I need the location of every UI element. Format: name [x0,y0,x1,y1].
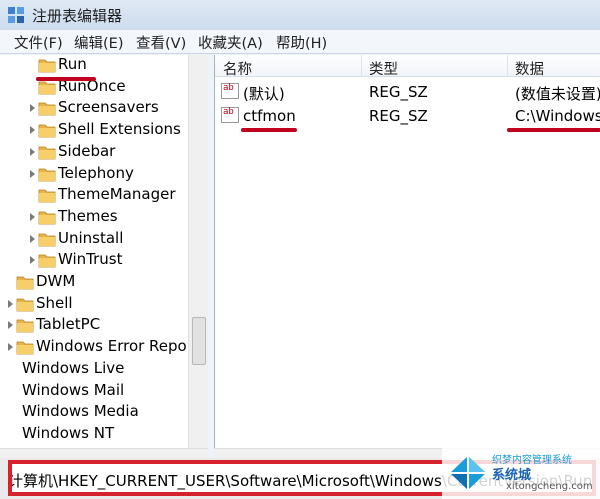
expand-arrow-icon[interactable] [30,169,35,178]
expand-arrow-icon[interactable] [8,343,13,352]
menu-view[interactable]: 查看(V) [136,32,186,53]
tree-item[interactable]: DWM [0,272,188,293]
tree-item-label: DWM [36,272,76,290]
folder-icon [38,211,56,225]
value-row[interactable]: ab (默认) REG_SZ (数值未设置) [215,80,600,104]
expand-arrow-icon[interactable] [30,104,35,113]
menu-bar: 文件(F) 编辑(E) 查看(V) 收藏夹(A) 帮助(H) [0,30,600,54]
value-row[interactable]: ab ctfmon REG_SZ C:\Windows [215,104,600,128]
expand-arrow-icon[interactable] [8,321,13,330]
title-bar: 注册表编辑器 [0,0,600,30]
tree-item[interactable]: Uninstall [0,229,188,250]
menu-edit[interactable]: 编辑(E) [74,32,123,53]
tree-item-label: Windows Error Repo [36,337,187,356]
folder-icon [16,276,34,290]
folder-icon [38,81,56,95]
value-data: (数值未设置) [515,85,600,103]
tree-item-label: Windows Media [22,402,139,421]
value-type: REG_SZ [369,107,428,125]
expand-arrow-icon[interactable] [30,234,35,243]
tree-item-label: ThemeManager [58,185,176,204]
tree-item-label: Windows Live [22,358,125,377]
tree-item[interactable]: Windows Live [0,359,188,380]
watermark: 织梦内容管理系统 系统城 xitongcheng.com [442,448,600,499]
string-value-icon: ab [221,83,239,99]
column-divider[interactable] [361,55,362,77]
folder-icon [38,146,56,160]
tree-item[interactable]: Shell [0,294,188,315]
folder-icon [38,59,56,73]
folder-icon [38,233,56,246]
value-data: C:\Windows [515,107,600,125]
expand-arrow-icon[interactable] [30,126,35,135]
tree-item[interactable]: WinTrust [0,250,188,271]
ctfmon-highlight-mark [241,128,297,132]
expand-arrow-icon[interactable] [30,147,35,156]
column-divider[interactable] [507,55,508,77]
expand-arrow-icon[interactable] [30,212,35,221]
tree-item[interactable]: Windows Media [0,402,188,423]
value-type: REG_SZ [369,83,428,101]
tree-item[interactable]: Run [0,55,188,76]
tree-item-label: Themes [58,206,118,225]
tree-item[interactable]: Windows NT [0,424,188,445]
folder-icon [38,254,56,268]
value-name: ctfmon [243,107,296,125]
tree-item[interactable]: Themes [0,207,188,228]
values-header: 名称 类型 数据 [215,55,600,79]
values-pane: 名称 类型 数据 ab (默认) REG_SZ (数值未设置) ab ctfmo… [214,55,600,450]
tree-item[interactable]: Telephony [0,164,188,185]
tree-item-label: Run [58,55,87,73]
folder-icon [38,102,56,116]
tree-item[interactable]: Windows Mail [0,381,188,402]
folder-icon [16,298,34,312]
tree-item-label: Windows NT [22,423,115,442]
value-name: (默认) [243,85,285,103]
window-title: 注册表编辑器 [32,7,123,25]
tree-item-label: Uninstall [58,228,124,247]
registry-editor-icon [8,7,24,23]
column-data[interactable]: 数据 [515,58,544,79]
watermark-url: xitongcheng.com [506,481,593,492]
folder-icon [38,168,56,181]
tree-item-label: Windows Mail [22,380,125,399]
column-type[interactable]: 类型 [369,58,398,79]
folder-icon [16,341,34,355]
tree-item-label: Shell [36,293,73,312]
tree-item-label: Sidebar [58,141,116,160]
tree-item-label: Telephony [58,163,134,182]
menu-favorites[interactable]: 收藏夹(A) [198,32,263,53]
string-value-icon: ab [221,107,239,123]
folder-icon [38,124,56,138]
data-highlight-mark [507,128,600,132]
menu-help[interactable]: 帮助(H) [276,32,327,53]
tree-item[interactable]: Shell Extensions [0,120,188,141]
tree-item-label: TabletPC [36,315,101,334]
windows-logo [450,456,486,490]
expand-arrow-icon[interactable] [8,299,13,308]
column-name[interactable]: 名称 [223,58,252,79]
tree-item-label: Screensavers [58,98,159,117]
tree-item[interactable]: ThemeManager [0,185,188,206]
tree-item[interactable]: Screensavers [0,98,188,119]
tree-vertical-scrollbar[interactable] [188,55,208,450]
folder-icon [16,319,34,333]
registry-tree[interactable]: Run RunOnce Screensavers Shell Extensions Si… [0,55,208,450]
tree-item[interactable]: Sidebar [0,142,188,163]
expand-arrow-icon[interactable] [30,256,35,265]
tree-item[interactable]: Windows Error Repo [0,337,188,358]
tree-item-label: WinTrust [58,250,123,269]
tree-item-label: Shell Extensions [58,120,181,139]
scroll-thumb[interactable] [192,317,206,365]
folder-icon [38,189,56,203]
menu-file[interactable]: 文件(F) [14,32,63,53]
run-highlight-mark [36,77,96,81]
tree-item[interactable]: TabletPC [0,315,188,336]
